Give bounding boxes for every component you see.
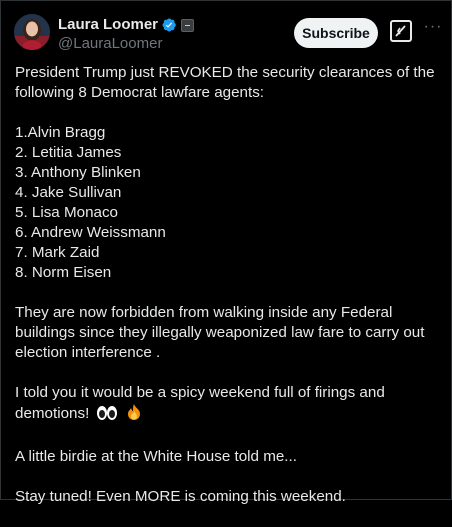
subscribe-button[interactable]: Subscribe <box>294 18 378 48</box>
post-text: President Trump just REVOKED the securit… <box>15 63 440 527</box>
verified-badge-icon[interactable] <box>161 17 177 33</box>
post-paragraph-3: I told you it would be a spicy weekend f… <box>15 383 440 427</box>
list-item: 5. Lisa Monaco <box>15 204 118 221</box>
list-item: 2. Letitia James <box>15 144 122 161</box>
display-name[interactable]: Laura Loomer <box>58 16 158 34</box>
grok-icon[interactable] <box>390 20 412 42</box>
avatar[interactable] <box>14 14 50 50</box>
list-item: 3. Anthony Blinken <box>15 164 141 181</box>
handle[interactable]: @LauraLoomer <box>58 34 194 54</box>
eyes-emoji-icon <box>96 405 118 427</box>
post-paragraph-2: They are now forbidden from walking insi… <box>15 304 425 361</box>
avatar-image <box>14 14 50 50</box>
author-block: Laura Loomer @LauraLoomer <box>58 16 195 54</box>
more-options-icon[interactable]: ··· <box>422 18 444 40</box>
list-item: 7. Mark Zaid <box>15 244 100 261</box>
post-paragraph-4: A little birdie at the White House told … <box>15 448 297 465</box>
post-header: Laura Loomer @LauraLoomer Subscribe ··· <box>14 14 444 54</box>
post-intro: President Trump just REVOKED the securit… <box>15 64 435 101</box>
list-item: 1.Alvin Bragg <box>15 124 106 141</box>
name-row: Laura Loomer <box>58 16 195 34</box>
affiliation-badge-icon[interactable] <box>181 18 195 32</box>
list-item: 8. Norm Eisen <box>15 264 112 281</box>
fire-emoji-icon <box>126 403 142 427</box>
list-item: 6. Andrew Weissmann <box>15 224 166 241</box>
post-paragraph-5: Stay tuned! Even MORE is coming this wee… <box>15 488 346 505</box>
post-paragraph-3-text: I told you it would be a spicy weekend f… <box>15 384 385 422</box>
revoked-list: 1.Alvin Bragg 2. Letitia James 3. Anthon… <box>15 123 440 283</box>
list-item: 4. Jake Sullivan <box>15 184 122 201</box>
